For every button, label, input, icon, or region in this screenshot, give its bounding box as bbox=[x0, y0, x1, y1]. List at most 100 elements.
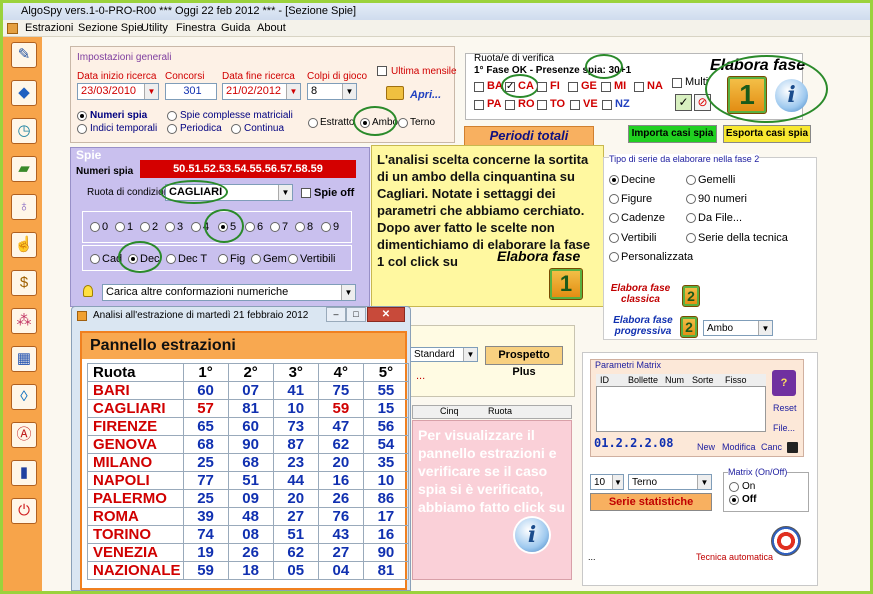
matrix-modifica-link[interactable]: Modifica bbox=[722, 442, 756, 452]
data-inizio-input[interactable]: 23/03/2010 ▼ bbox=[77, 83, 159, 100]
matrix-reset-link[interactable]: Reset bbox=[773, 403, 797, 413]
chevron-down-icon[interactable]: ▼ bbox=[342, 84, 356, 99]
esporta-casi-spia-button[interactable]: Esporta casi spia bbox=[723, 125, 811, 143]
drop-icon[interactable]: ◊ bbox=[11, 384, 37, 410]
cifra-3-radio[interactable] bbox=[165, 222, 175, 232]
multi-checkbox[interactable] bbox=[672, 78, 682, 88]
cifra-4-radio[interactable] bbox=[191, 222, 201, 232]
cifra-6-radio[interactable] bbox=[245, 222, 255, 232]
personalizzata-radio[interactable] bbox=[609, 252, 619, 262]
thumb-icon[interactable]: ☝ bbox=[11, 232, 37, 258]
calendar-icon[interactable]: ▦ bbox=[11, 346, 37, 372]
chevron-down-icon[interactable]: ▼ bbox=[278, 185, 292, 200]
spie-complesse-radio[interactable] bbox=[167, 111, 177, 121]
serie-tecnica-radio[interactable] bbox=[686, 233, 696, 243]
ruota-pa-checkbox[interactable] bbox=[474, 100, 484, 110]
pencil-icon[interactable]: ✎ bbox=[11, 42, 37, 68]
matrix-colpi-select[interactable]: 10 ▼ bbox=[590, 474, 624, 490]
tecnica-automatica-link[interactable]: Tecnica automatica bbox=[696, 552, 773, 562]
periodica-radio[interactable] bbox=[167, 124, 177, 134]
ruota-to-checkbox[interactable] bbox=[537, 100, 547, 110]
progressiva-select[interactable]: Ambo ▼ bbox=[703, 320, 773, 336]
close-icon[interactable]: ✕ bbox=[367, 307, 405, 322]
molecule-icon[interactable]: ⁂ bbox=[11, 308, 37, 334]
chevron-down-icon[interactable]: ▼ bbox=[463, 348, 477, 361]
cifra-8-radio[interactable] bbox=[295, 222, 305, 232]
vertibili-radio[interactable] bbox=[609, 233, 619, 243]
menu-sezione-spie[interactable]: Sezione Spie bbox=[78, 20, 143, 37]
chevron-down-icon[interactable]: ▼ bbox=[144, 84, 158, 99]
chevron-down-icon[interactable]: ▼ bbox=[341, 285, 355, 300]
minimize-icon[interactable]: – bbox=[326, 307, 346, 322]
matrix-on-radio[interactable] bbox=[729, 482, 739, 492]
estratto-radio[interactable] bbox=[308, 118, 318, 128]
save-icon[interactable] bbox=[787, 442, 798, 453]
concorsi-input[interactable]: 301 bbox=[165, 83, 217, 100]
da-file-radio[interactable] bbox=[686, 213, 696, 223]
eraser-icon[interactable]: ◆ bbox=[11, 80, 37, 106]
matrix-canc-link[interactable]: Canc bbox=[761, 442, 782, 452]
cifra-2-radio[interactable] bbox=[140, 222, 150, 232]
bulb-icon[interactable]: ♁ bbox=[11, 194, 37, 220]
90-numeri-radio[interactable] bbox=[686, 194, 696, 204]
cifra-7-radio[interactable] bbox=[270, 222, 280, 232]
book-icon[interactable]: ▮ bbox=[11, 460, 37, 486]
figure-radio[interactable] bbox=[609, 194, 619, 204]
menu-utility[interactable]: Utility bbox=[141, 20, 168, 37]
ultima-mensile-checkbox[interactable] bbox=[377, 66, 387, 76]
tipo-vertibili-radio[interactable] bbox=[288, 254, 298, 264]
ruota-mi-checkbox[interactable] bbox=[601, 82, 611, 92]
matrix-file-link[interactable]: File... bbox=[773, 423, 795, 433]
elabora-progressiva-button[interactable]: 2 bbox=[680, 316, 698, 338]
matrix-sorte-select[interactable]: Terno ▼ bbox=[628, 474, 712, 490]
tipo-gem-radio[interactable] bbox=[251, 254, 261, 264]
ruota-ro-checkbox[interactable] bbox=[505, 100, 515, 110]
chevron-down-icon[interactable]: ▼ bbox=[286, 84, 300, 99]
matrix-book-icon[interactable]: ? bbox=[772, 370, 796, 396]
chevron-down-icon[interactable]: ▼ bbox=[612, 475, 623, 489]
periodi-totali-button[interactable]: Periodi totali bbox=[464, 126, 594, 146]
ruota-nz-checkbox[interactable] bbox=[602, 100, 612, 110]
cadenze-radio[interactable] bbox=[609, 213, 619, 223]
money-icon[interactable]: ▰ bbox=[11, 156, 37, 182]
ruota-ve-checkbox[interactable] bbox=[570, 100, 580, 110]
chevron-down-icon[interactable]: ▼ bbox=[758, 321, 772, 335]
matrix-new-link[interactable]: New bbox=[697, 442, 715, 452]
spie-off-checkbox[interactable] bbox=[301, 188, 311, 198]
clock-icon[interactable]: ◷ bbox=[11, 118, 37, 144]
numeri-spia-radio[interactable] bbox=[77, 111, 87, 121]
compass-icon[interactable]: Ⓐ bbox=[11, 422, 37, 448]
menu-finestra[interactable]: Finestra bbox=[176, 20, 216, 37]
gemelli-radio[interactable] bbox=[686, 175, 696, 185]
check-icon[interactable]: ✓ bbox=[675, 94, 692, 111]
menu-about[interactable]: About bbox=[257, 20, 286, 37]
ruota-ba-checkbox[interactable] bbox=[474, 82, 484, 92]
dollar-icon[interactable]: $ bbox=[11, 270, 37, 296]
cifra-1-radio[interactable] bbox=[115, 222, 125, 232]
tipo-dec-t-radio[interactable] bbox=[166, 254, 176, 264]
folder-icon[interactable] bbox=[386, 86, 404, 100]
carica-conformazioni-select[interactable]: Carica altre conformazioni numeriche ▼ bbox=[102, 284, 356, 301]
continua-radio[interactable] bbox=[231, 124, 241, 134]
importa-casi-spia-button[interactable]: Importa casi spia bbox=[628, 125, 717, 143]
data-fine-input[interactable]: 21/02/2012 ▼ bbox=[222, 83, 301, 100]
ruota-na-checkbox[interactable] bbox=[634, 82, 644, 92]
tipo-fig-radio[interactable] bbox=[218, 254, 228, 264]
ruota-fi-checkbox[interactable] bbox=[537, 82, 547, 92]
serie-statistiche-button[interactable]: Serie statistiche bbox=[590, 493, 712, 511]
cifra-9-radio[interactable] bbox=[321, 222, 331, 232]
menu-estrazioni[interactable]: Estrazioni bbox=[25, 20, 73, 37]
indici-temporali-radio[interactable] bbox=[77, 124, 87, 134]
tipo-cad-radio[interactable] bbox=[90, 254, 100, 264]
colpi-select[interactable]: 8 ▼ bbox=[307, 83, 357, 100]
terno-radio[interactable] bbox=[398, 118, 408, 128]
target-icon[interactable] bbox=[771, 526, 801, 556]
cifra-0-radio[interactable] bbox=[90, 222, 100, 232]
decine-radio[interactable] bbox=[609, 175, 619, 185]
apri-link[interactable]: Apri... bbox=[410, 89, 441, 101]
power-icon[interactable]: ⏻ bbox=[11, 498, 37, 524]
menu-guida[interactable]: Guida bbox=[221, 20, 250, 37]
prospetto-plus-button[interactable]: Prospetto Plus bbox=[485, 346, 563, 378]
ruota-ge-checkbox[interactable] bbox=[568, 82, 578, 92]
elabora-classica-button[interactable]: 2 bbox=[682, 285, 700, 307]
